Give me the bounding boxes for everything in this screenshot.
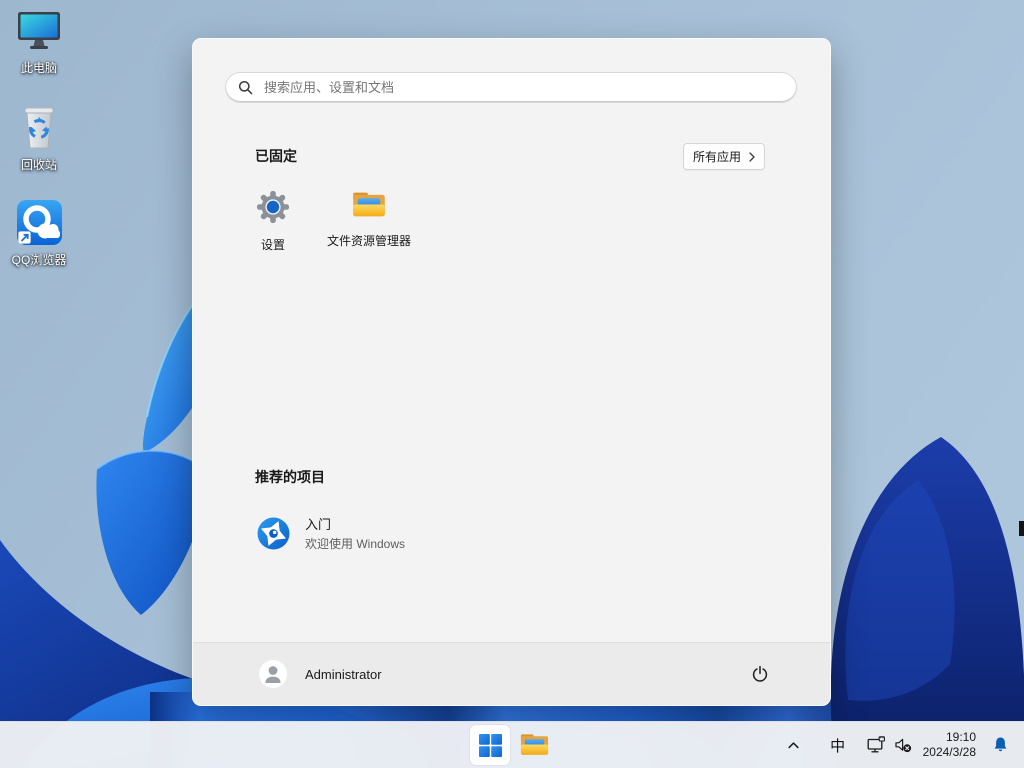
- windows-start-icon: [478, 733, 502, 757]
- all-apps-label: 所有应用: [692, 150, 741, 164]
- taskbar-clock[interactable]: 19:10 2024/3/28: [921, 730, 978, 760]
- input-method-indicator[interactable]: 中: [822, 729, 854, 761]
- chevron-up-icon: [787, 739, 800, 752]
- pinned-app-label: 文件资源管理器: [326, 234, 411, 248]
- pinned-app-label: 设置: [260, 238, 285, 252]
- qq-browser-icon: [16, 199, 63, 251]
- desktop-icon-label: 回收站: [20, 158, 57, 172]
- get-started-icon: [257, 517, 290, 550]
- pinned-app-file-explorer[interactable]: 文件资源管理器: [321, 184, 417, 270]
- recommended-item-get-started[interactable]: 入门 欢迎使用 Windows: [237, 505, 537, 561]
- desktop-icon-qq-browser[interactable]: QQ浏览器: [0, 199, 78, 268]
- clock-time: 19:10: [945, 730, 976, 744]
- desktop-icon-this-pc[interactable]: 此电脑: [0, 8, 78, 76]
- volume-muted-icon: [894, 736, 912, 754]
- desktop-icon-recycle-bin[interactable]: 回收站: [0, 103, 78, 173]
- pinned-apps-grid: 设置 文件资源管理器: [225, 184, 417, 270]
- desktop-icon-label: QQ浏览器: [11, 253, 67, 267]
- user-account-button[interactable]: Administrator: [259, 660, 382, 688]
- search-icon: [238, 80, 253, 95]
- user-avatar: [259, 660, 287, 688]
- search-input[interactable]: [262, 79, 784, 96]
- show-hidden-icons-button[interactable]: [778, 729, 810, 761]
- chevron-right-icon: [749, 151, 755, 162]
- pinned-app-settings[interactable]: 设置: [225, 184, 321, 270]
- clock-date: 2024/3/28: [922, 745, 976, 759]
- user-name-label: Administrator: [305, 666, 382, 682]
- start-button[interactable]: [470, 725, 510, 765]
- desktop-screen: 此电脑 回收站 QQ浏览器 搜索应用、设置和文档 已固定 所有应用 设置 文件资…: [0, 0, 1024, 768]
- taskbar-center-icons: [470, 725, 554, 765]
- taskbar-file-explorer-button[interactable]: [514, 725, 554, 765]
- input-method-label: 中: [830, 737, 846, 755]
- taskbar: 中 19:10 2024/3/28: [0, 721, 1024, 768]
- start-menu-footer: Administrator: [193, 642, 830, 705]
- recommended-item-title: 入门: [305, 517, 332, 532]
- this-pc-icon: [16, 8, 62, 59]
- pinned-section-title: 已固定: [255, 148, 297, 164]
- recycle-bin-icon: [17, 103, 61, 156]
- notification-center-button[interactable]: [984, 729, 1016, 761]
- power-icon: [751, 665, 769, 683]
- all-apps-button[interactable]: 所有应用: [682, 143, 765, 170]
- shortcut-arrow-icon: [17, 231, 31, 244]
- power-button[interactable]: [742, 656, 778, 692]
- start-search-box[interactable]: [225, 72, 797, 103]
- file-explorer-icon: [519, 731, 550, 759]
- notification-bell-icon: [992, 736, 1009, 754]
- desktop-icon-label: 此电脑: [20, 61, 57, 75]
- recommended-item-subtitle: 欢迎使用 Windows: [305, 537, 406, 551]
- recommended-section-title: 推荐的项目: [255, 469, 325, 485]
- mouse-cursor: [1019, 521, 1024, 536]
- taskbar-system-tray: 中 19:10 2024/3/28: [778, 722, 1016, 768]
- file-explorer-icon: [351, 189, 387, 226]
- settings-gear-icon: [255, 189, 291, 230]
- start-menu-panel: 已固定 所有应用: [192, 38, 831, 706]
- network-volume-button[interactable]: [864, 729, 915, 761]
- network-icon: [867, 736, 886, 754]
